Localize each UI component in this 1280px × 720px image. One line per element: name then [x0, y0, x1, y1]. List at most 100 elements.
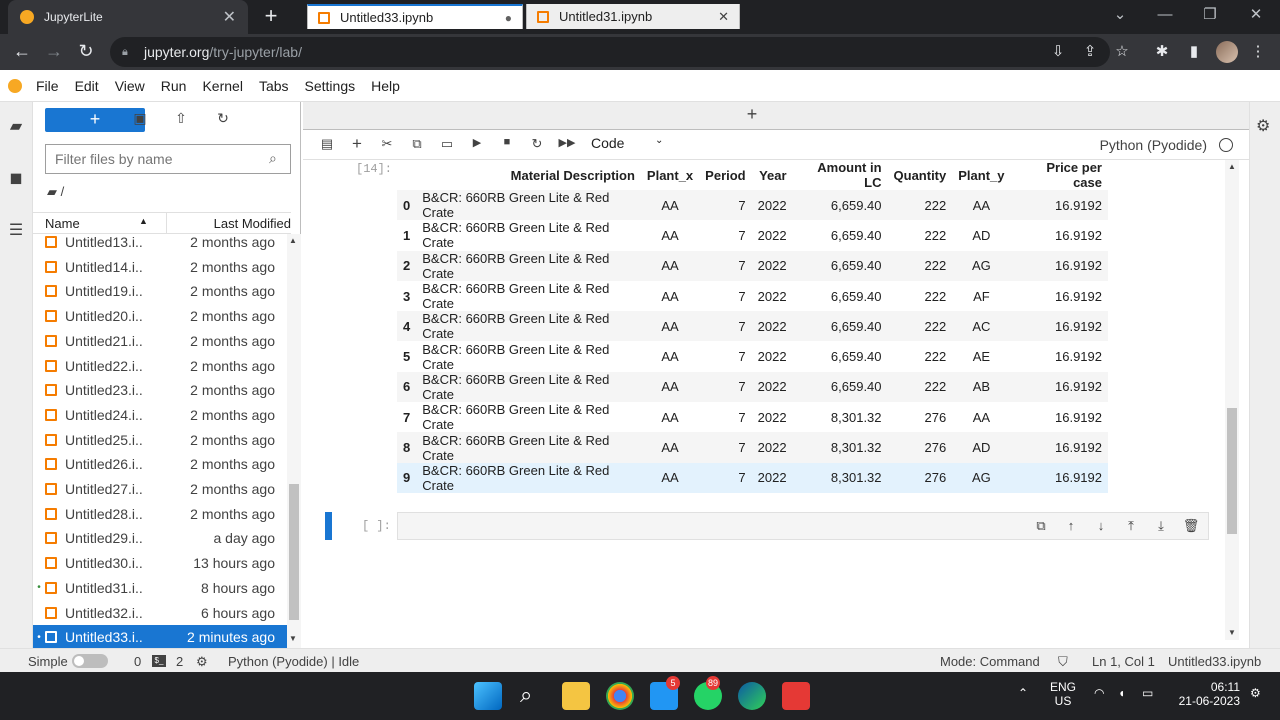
new-folder-icon[interactable]: ▣ [130, 110, 150, 130]
volume-icon[interactable]: ◖ [1118, 686, 1125, 700]
file-list-item[interactable]: Untitled25.i... 2 months ago [33, 428, 287, 452]
settings-gear-icon[interactable]: ⚙ [196, 654, 208, 670]
run-icon[interactable]: ▶ [467, 136, 487, 154]
running-kernels-icon[interactable]: ◼ [6, 168, 26, 188]
file-list-item[interactable]: Untitled30.i... 13 hours ago [33, 551, 287, 575]
unsaved-dot-icon[interactable]: ● [505, 11, 512, 25]
property-inspector-icon[interactable]: ⚙ [1256, 116, 1270, 136]
insert-below-icon[interactable]: ⤓ [1152, 518, 1170, 536]
menu-run[interactable]: Run [161, 78, 187, 94]
tab-untitled33[interactable]: Untitled33.ipynb ● [307, 4, 523, 29]
search-icon[interactable]: ⌕ [520, 682, 532, 708]
kernels-count[interactable]: 0 [134, 654, 141, 669]
chevron-up-icon[interactable]: ⌃ [1018, 686, 1028, 700]
menu-view[interactable]: View [115, 78, 145, 94]
mode-indicator[interactable]: Mode: Command [940, 654, 1040, 669]
stop-icon[interactable]: ■ [497, 136, 517, 154]
restart-run-all-icon[interactable]: ▶▶ [557, 136, 577, 154]
kernel-status[interactable]: Python (Pyodide) | Idle [228, 654, 359, 669]
breadcrumb-root[interactable]: / [61, 184, 65, 199]
upload-icon[interactable]: ⇧ [171, 110, 191, 130]
file-list-item[interactable]: Untitled29.i... a day ago [33, 526, 287, 550]
delete-cell-icon[interactable]: 🗑︎ [1182, 518, 1200, 536]
wps-office-icon[interactable] [782, 682, 810, 710]
refresh-icon[interactable]: ↻ [213, 110, 233, 130]
extensions-icon[interactable]: ✱ [1152, 42, 1172, 62]
bookmark-star-icon[interactable]: ☆ [1112, 42, 1132, 62]
scroll-up-icon[interactable]: ▲ [1228, 162, 1236, 171]
insert-cell-icon[interactable]: + [347, 134, 367, 153]
close-window-button[interactable]: ✕ [1236, 4, 1276, 28]
clock[interactable]: 06:11 21-06-2023 [1172, 680, 1240, 708]
file-list-item[interactable]: Untitled20.i... 2 months ago [33, 304, 287, 328]
back-icon[interactable]: ← [10, 40, 34, 64]
toc-icon[interactable]: ☰ [6, 220, 26, 240]
forward-icon[interactable]: → [42, 40, 66, 64]
file-list-item[interactable]: Untitled24.i... 2 months ago [33, 403, 287, 427]
filter-files-input[interactable] [45, 144, 291, 174]
cut-icon[interactable]: ✂ [377, 136, 397, 154]
profile-avatar[interactable] [1216, 41, 1238, 63]
menu-file[interactable]: File [36, 78, 59, 94]
file-list-item[interactable]: Untitled23.i... 2 months ago [33, 378, 287, 402]
chrome-icon[interactable] [606, 682, 634, 710]
mail-icon[interactable]: 5 [650, 676, 680, 710]
file-list-item[interactable]: Untitled26.i... 2 months ago [33, 452, 287, 476]
move-down-icon[interactable]: ↓ [1092, 518, 1110, 536]
menu-kernel[interactable]: Kernel [202, 78, 242, 94]
cell-type-select[interactable]: Code ⌄ [591, 135, 671, 151]
tab-untitled31[interactable]: Untitled31.ipynb ✕ [526, 4, 740, 29]
whatsapp-icon[interactable]: 89 [694, 676, 722, 710]
notifications-icon[interactable]: ⚙ [1250, 686, 1261, 700]
wifi-icon[interactable]: ◠ [1094, 686, 1104, 700]
close-icon[interactable]: ✕ [718, 9, 729, 25]
close-tab-icon[interactable]: ✕ [223, 7, 236, 27]
notebook-scroll-thumb[interactable] [1227, 408, 1237, 534]
folder-icon[interactable]: ▰ [6, 116, 26, 136]
share-icon[interactable]: ⇪ [1080, 42, 1100, 62]
menu-edit[interactable]: Edit [75, 78, 99, 94]
battery-icon[interactable]: ▭ [1142, 686, 1153, 700]
scroll-up-icon[interactable]: ▲ [289, 236, 297, 245]
file-list-item[interactable]: Untitled21.i... 2 months ago [33, 329, 287, 353]
menu-settings[interactable]: Settings [305, 78, 356, 94]
file-list-item[interactable]: Untitled32.i... 6 hours ago [33, 601, 287, 625]
file-list-item[interactable]: Untitled19.i... 2 months ago [33, 279, 287, 303]
restore-button[interactable]: ❐ [1190, 4, 1230, 28]
url-field[interactable]: 🔒︎ jupyter.org /try-jupyter/lab/ [110, 37, 1110, 67]
edge-icon[interactable] [738, 682, 766, 710]
windows-start-icon[interactable] [474, 682, 502, 710]
side-panel-icon[interactable]: ▮ [1184, 42, 1204, 62]
file-list-scroll-thumb[interactable] [289, 484, 299, 620]
breadcrumb[interactable]: ▰ / [47, 184, 64, 200]
menu-tabs[interactable]: Tabs [259, 78, 289, 94]
browser-tab[interactable]: JupyterLite ✕ [8, 0, 248, 34]
file-list-item[interactable]: • Untitled33.i... 2 minutes ago [33, 625, 287, 648]
file-explorer-icon[interactable] [562, 682, 590, 710]
reload-icon[interactable]: ↻ [74, 40, 98, 64]
install-icon[interactable]: ⇩ [1048, 42, 1068, 62]
browser-menu-icon[interactable]: ⋮ [1248, 42, 1268, 62]
cursor-position[interactable]: Ln 1, Col 1 [1092, 654, 1155, 669]
paste-icon[interactable]: ▭ [437, 136, 457, 154]
notebook-scrollbar[interactable] [1225, 160, 1239, 640]
code-cell-input[interactable] [397, 512, 1209, 540]
scroll-down-icon[interactable]: ▼ [289, 634, 297, 643]
shield-icon[interactable]: ⛉ [1058, 654, 1068, 670]
restart-icon[interactable]: ↻ [527, 136, 547, 154]
copy-icon[interactable]: ⧉ [407, 136, 427, 154]
insert-above-icon[interactable]: ⤒ [1122, 518, 1140, 536]
simple-mode-toggle[interactable] [72, 654, 108, 668]
file-list-item[interactable]: Untitled22.i... 2 months ago [33, 354, 287, 378]
file-list-item[interactable]: Untitled14.i... 2 months ago [33, 255, 287, 279]
minimize-button[interactable]: — [1145, 4, 1185, 28]
menu-help[interactable]: Help [371, 78, 400, 94]
new-tab-button[interactable]: + [742, 104, 762, 126]
move-up-icon[interactable]: ↑ [1062, 518, 1080, 536]
column-name-header[interactable]: Name [45, 216, 80, 231]
save-icon[interactable]: ▤ [317, 136, 337, 154]
column-modified-header[interactable]: Last Modified [214, 216, 291, 231]
scroll-down-icon[interactable]: ▼ [1228, 628, 1236, 637]
file-list-item[interactable]: Untitled28.i... 2 months ago [33, 502, 287, 526]
terminals-count[interactable]: 2 [176, 654, 183, 669]
